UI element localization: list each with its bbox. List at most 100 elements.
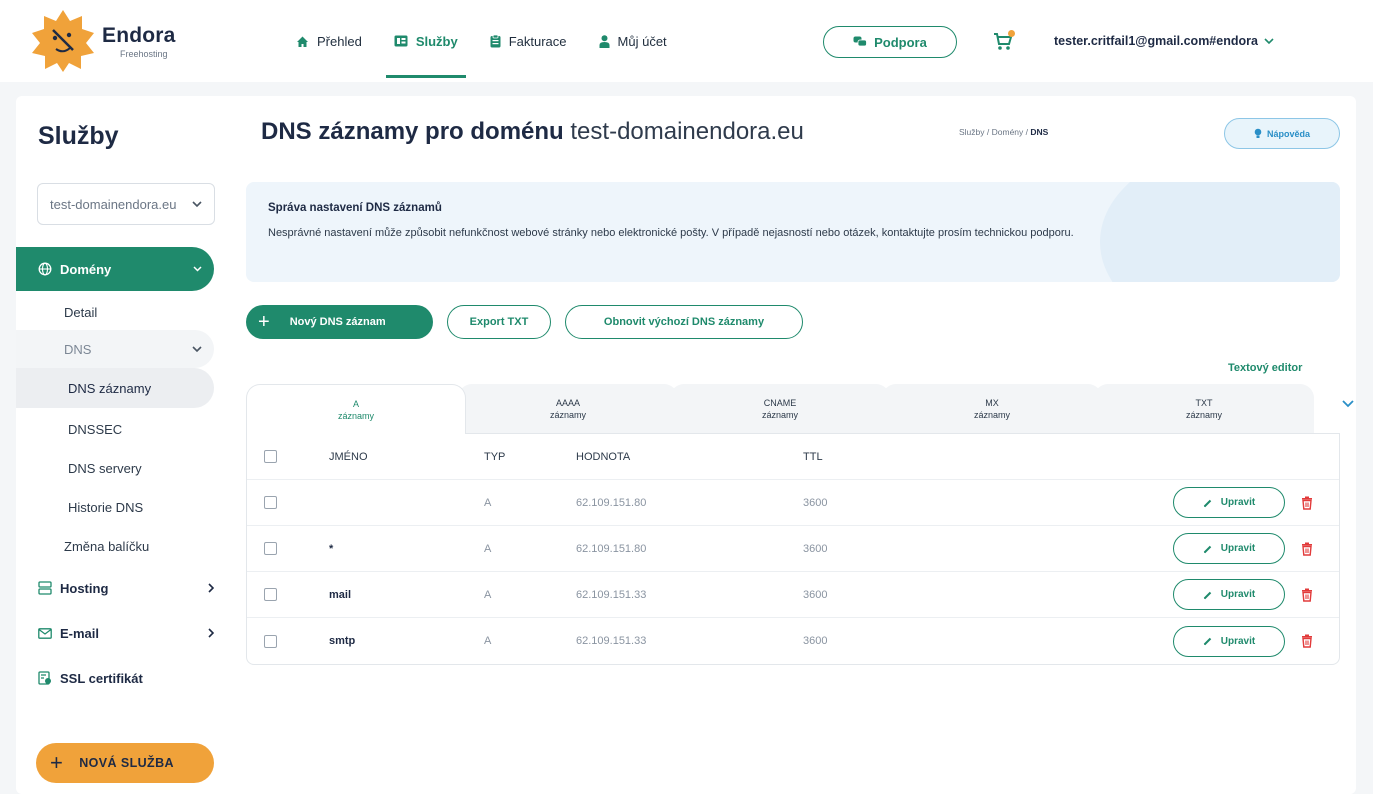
sidebar-item-label: SSL certifikát: [60, 670, 143, 686]
tab-sub: záznamy: [337, 410, 374, 421]
nav-item-overview[interactable]: Přehled: [288, 0, 370, 82]
tab-txt-records[interactable]: TXT záznamy: [1094, 384, 1314, 434]
sidebar-item-label: Historie DNS: [68, 499, 144, 515]
pencil-icon: [1203, 544, 1213, 554]
tab-a-records[interactable]: A záznamy: [246, 384, 466, 434]
domain-select[interactable]: test-domainendora.eu: [37, 183, 215, 225]
tab-type: TXT: [1195, 398, 1213, 408]
restore-default-dns-button[interactable]: Obnovit výchozí DNS záznamy: [565, 305, 803, 339]
chevron-down-icon: [192, 345, 202, 353]
cart-badge: [1008, 30, 1015, 37]
sidebar-item-dnssec[interactable]: DNSSEC: [16, 419, 122, 439]
pencil-icon: [1203, 636, 1213, 646]
page-title: DNS záznamy pro doménu test-domainendora…: [261, 118, 804, 146]
page-title-text: DNS záznamy pro doménu: [261, 118, 564, 145]
sidebar-item-label: DNS: [64, 341, 92, 357]
sidebar-item-package-change[interactable]: Změna balíčku: [16, 536, 149, 556]
support-label: Podpora: [874, 34, 927, 50]
tab-sub: záznamy: [761, 410, 798, 420]
row-checkbox[interactable]: [264, 588, 277, 601]
sidebar-item-label: Detail: [64, 304, 98, 320]
tab-type: MX: [985, 398, 999, 408]
table-row: mail A 62.109.151.33 3600 Upravit: [247, 572, 1339, 618]
sidebar-item-label: Změna balíčku: [64, 538, 150, 554]
user-icon: [599, 34, 610, 48]
sidebar: Služby test-domainendora.eu Domény Detai…: [16, 96, 230, 794]
nav-item-my-account[interactable]: Můj účet: [591, 0, 675, 82]
row-checkbox[interactable]: [264, 542, 277, 555]
dns-records-table: JMÉNO TYP HODNOTA TTL A 62.109.151.80 36…: [246, 433, 1340, 665]
trash-icon[interactable]: [1301, 634, 1313, 648]
cart-icon[interactable]: [992, 30, 1016, 54]
record-type-tabs: A záznamy AAAA záznamy CNAME záznamy MX …: [246, 384, 1340, 434]
plus-icon: +: [258, 311, 270, 333]
new-dns-record-button[interactable]: + Nový DNS záznam: [246, 305, 433, 339]
user-account-menu[interactable]: tester.critfail1@gmail.com#endora: [1054, 34, 1274, 48]
row-checkbox[interactable]: [264, 634, 277, 648]
record-name: smtp: [329, 635, 356, 647]
user-email: tester.critfail1@gmail.com#endora: [1054, 34, 1258, 48]
domain-select-value: test-domainendora.eu: [50, 196, 177, 212]
sidebar-item-email[interactable]: E-mail: [38, 623, 214, 643]
sidebar-item-dns-history[interactable]: Historie DNS: [16, 497, 143, 517]
tab-aaaa-records[interactable]: AAAA záznamy: [458, 384, 678, 434]
sidebar-item-hosting[interactable]: Hosting: [38, 578, 214, 598]
edit-record-button[interactable]: Upravit: [1173, 579, 1285, 610]
more-tabs-chevron-icon[interactable]: [1342, 400, 1354, 408]
invoice-icon: [490, 34, 501, 48]
edit-record-button[interactable]: Upravit: [1173, 625, 1285, 657]
top-navigation-bar: Endora Freehosting Přehled Služby Faktur…: [0, 0, 1373, 82]
endora-logo[interactable]: Endora Freehosting: [30, 8, 176, 74]
tab-mx-records[interactable]: MX záznamy: [882, 384, 1102, 434]
record-name: *: [329, 542, 334, 555]
nav-label: Fakturace: [508, 33, 567, 49]
record-type: A: [484, 635, 492, 647]
sidebar-title: Služby: [38, 122, 119, 150]
chevron-right-icon: [208, 583, 214, 593]
sidebar-item-dns[interactable]: DNS: [16, 330, 214, 368]
record-type: A: [484, 496, 492, 509]
endora-sun-logo-icon: [30, 8, 96, 74]
button-label: Nový DNS záznam: [289, 316, 386, 328]
sidebar-item-detail[interactable]: Detail: [16, 302, 97, 322]
button-label: Obnovit výchozí DNS záznamy: [603, 316, 765, 328]
record-type: A: [484, 588, 492, 601]
sidebar-item-dns-records[interactable]: DNS záznamy: [16, 368, 214, 408]
info-title: Správa nastavení DNS záznamů: [268, 202, 442, 214]
sidebar-item-ssl[interactable]: SSL certifikát: [38, 668, 214, 688]
tab-cname-records[interactable]: CNAME záznamy: [670, 384, 890, 434]
edit-record-button[interactable]: Upravit: [1173, 487, 1285, 518]
trash-icon[interactable]: [1301, 496, 1313, 510]
new-service-button[interactable]: + NOVÁ SLUŽBA: [36, 743, 214, 783]
sidebar-item-label: E-mail: [60, 625, 100, 641]
tab-sub: záznamy: [1185, 410, 1222, 420]
certificate-icon: [38, 671, 52, 685]
trash-icon[interactable]: [1301, 588, 1313, 602]
edit-record-button[interactable]: Upravit: [1173, 533, 1285, 564]
support-button[interactable]: Podpora: [823, 26, 957, 58]
record-ttl: 3600: [803, 496, 828, 509]
tab-sub: záznamy: [973, 410, 1010, 420]
text-editor-link[interactable]: Textový editor: [1228, 362, 1302, 374]
plus-icon: +: [50, 750, 64, 775]
main-nav: Přehled Služby Fakturace Můj účet: [288, 0, 691, 82]
table-row: A 62.109.151.80 3600 Upravit: [247, 480, 1339, 526]
export-txt-button[interactable]: Export TXT: [447, 305, 551, 339]
sidebar-item-label: DNS záznamy: [68, 380, 152, 396]
main-container: Služby test-domainendora.eu Domény Detai…: [16, 96, 1356, 794]
breadcrumb-item[interactable]: Domény: [992, 127, 1024, 137]
main-content: DNS záznamy pro doménu test-domainendora…: [246, 96, 1356, 794]
nav-item-services[interactable]: Služby: [385, 0, 466, 82]
sidebar-item-dns-servers[interactable]: DNS servery: [16, 458, 142, 478]
nav-label: Přehled: [317, 33, 362, 49]
info-text: Nesprávné nastavení může způsobit nefunk…: [268, 227, 1074, 239]
trash-icon[interactable]: [1301, 542, 1313, 556]
nav-item-invoicing[interactable]: Fakturace: [482, 0, 575, 82]
record-value: 62.109.151.33: [576, 588, 647, 601]
select-all-checkbox[interactable]: [264, 450, 277, 463]
help-button[interactable]: Nápověda: [1224, 118, 1340, 149]
chevron-down-icon: [192, 200, 202, 208]
row-checkbox[interactable]: [264, 496, 277, 509]
breadcrumb-item[interactable]: Služby: [959, 127, 985, 137]
sidebar-item-domains[interactable]: Domény: [16, 247, 214, 291]
